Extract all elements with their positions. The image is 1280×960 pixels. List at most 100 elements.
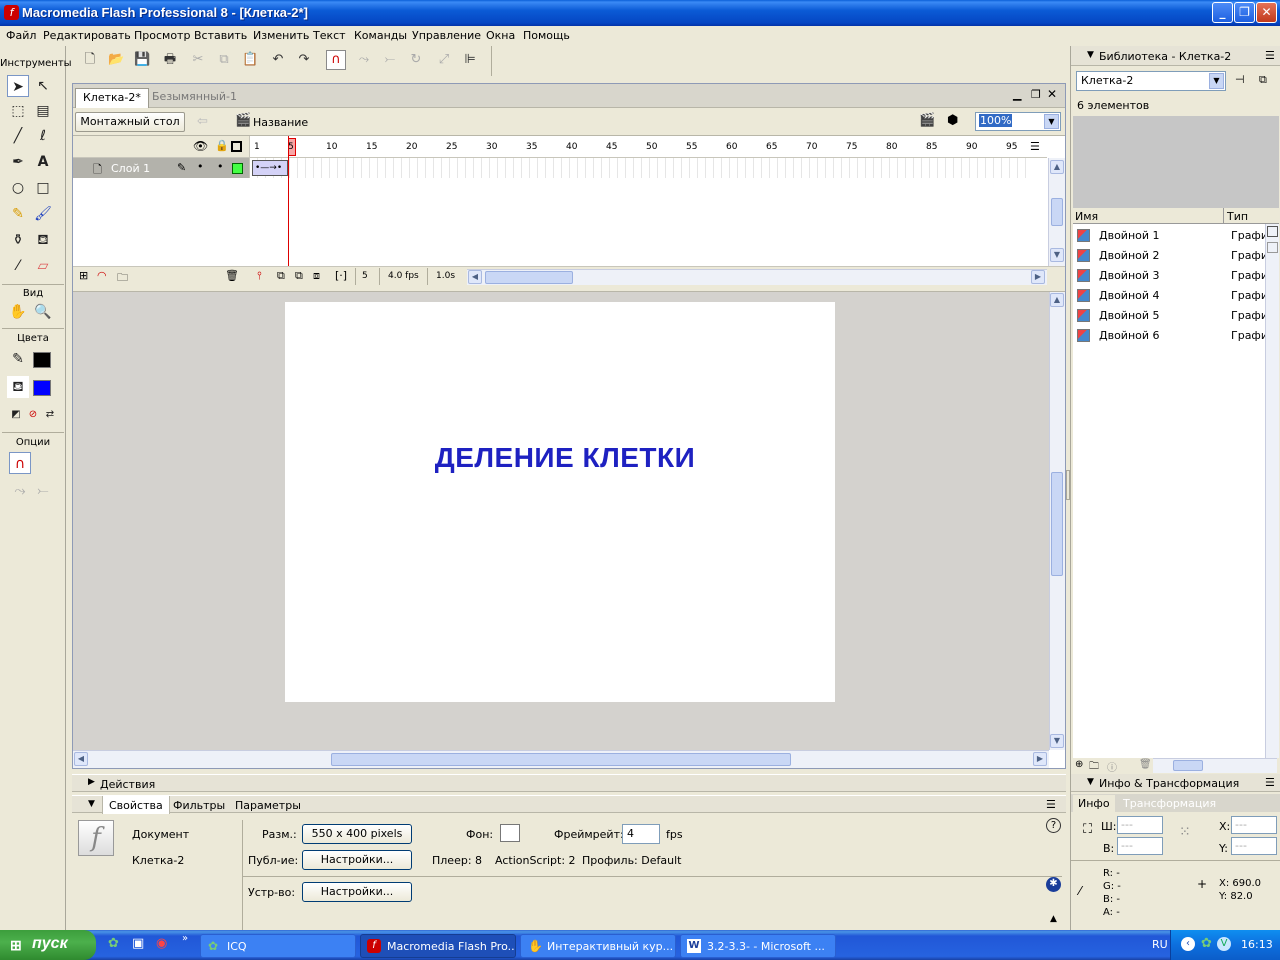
task-flash[interactable]: f Macromedia Flash Pro... — [360, 934, 516, 958]
scroll-left-icon[interactable]: ◀ — [74, 752, 88, 766]
smooth-option-icon[interactable]: ⤳ — [9, 480, 31, 502]
menu-view[interactable]: Просмотр — [134, 29, 190, 42]
onion-markers-icon[interactable]: [·] — [335, 269, 347, 282]
scroll-thumb[interactable] — [331, 753, 791, 766]
list-item[interactable]: Двойной 1 Графи — [1077, 228, 1268, 246]
panel-menu-icon[interactable]: ☰ — [1265, 49, 1275, 62]
pin-icon[interactable]: ⊣ — [1235, 73, 1245, 86]
doc-minimize-icon[interactable]: ▁ — [1013, 88, 1021, 101]
tab-properties[interactable]: Свойства — [102, 796, 170, 814]
onion-skin-icon[interactable]: ⧉ — [277, 269, 285, 283]
menu-commands[interactable]: Команды — [354, 29, 407, 42]
accessibility-icon[interactable]: ✱ — [1046, 877, 1061, 892]
scroll-right-icon[interactable]: ▶ — [1033, 752, 1047, 766]
list-item[interactable]: Двойной 4 Графи — [1077, 288, 1268, 306]
copy-icon[interactable]: ⧉ — [216, 52, 232, 68]
tab-parameters[interactable]: Параметры — [235, 799, 301, 812]
list-item[interactable]: Двойной 3 Графи — [1077, 268, 1268, 286]
width-field[interactable]: --- — [1117, 816, 1163, 834]
lock-icon[interactable]: 🔒 — [215, 139, 229, 152]
restore-button[interactable]: ❐ — [1234, 2, 1255, 23]
col-type[interactable]: Тип — [1227, 210, 1248, 223]
library-vscroll[interactable] — [1265, 224, 1279, 758]
menu-insert[interactable]: Вставить — [194, 29, 247, 42]
swap-colors-icon[interactable]: ⇄ — [39, 404, 61, 426]
snap-magnet-icon[interactable]: ∩ — [326, 50, 346, 70]
menu-edit[interactable]: Редактировать — [43, 29, 131, 42]
menu-help[interactable]: Помощь — [523, 29, 570, 42]
layer-row[interactable]: 🗋 Слой 1 ✎ • • — [73, 158, 249, 178]
scroll-down-icon[interactable]: ▼ — [1050, 248, 1064, 262]
subselection-tool-icon[interactable]: ↖ — [32, 75, 54, 97]
language-indicator[interactable]: RU — [1152, 938, 1168, 951]
menu-window[interactable]: Окна — [486, 29, 515, 42]
print-icon[interactable]: 🖶 — [162, 52, 178, 68]
collapse-arrow-icon[interactable]: ▲ — [1050, 914, 1057, 924]
eyedropper-tool-icon[interactable]: ⁄ — [7, 255, 29, 277]
library-hscroll[interactable] — [1153, 758, 1277, 773]
fill-color-swatch[interactable] — [33, 380, 51, 396]
task-word[interactable]: W 3.2-3.3- - Microsoft ... — [680, 934, 836, 958]
wide-view-icon[interactable] — [1267, 226, 1278, 237]
help-icon[interactable]: ? — [1046, 818, 1061, 833]
timeline-menu-icon[interactable]: ☰ — [1030, 140, 1040, 153]
delete-icon[interactable]: 🗑 — [1139, 759, 1152, 770]
rotate-icon[interactable]: ↻ — [408, 52, 424, 68]
chevron-down-icon[interactable]: ▼ — [1087, 50, 1094, 60]
text-tool-icon[interactable]: A — [32, 151, 54, 173]
expand-quicklaunch-icon[interactable]: » — [182, 933, 188, 944]
undo-icon[interactable]: ↶ — [270, 52, 286, 68]
menu-file[interactable]: Файл — [6, 29, 36, 42]
center-frame-icon[interactable]: ⫯ — [257, 269, 262, 283]
minimize-button[interactable]: _ — [1212, 2, 1233, 23]
start-button[interactable]: ⊞ пуск — [0, 930, 96, 960]
zoom-select[interactable]: 100% ▼ — [975, 112, 1061, 131]
rectangle-tool-icon[interactable]: □ — [32, 177, 54, 199]
publish-settings-button[interactable]: Настройки... — [302, 850, 412, 870]
scroll-up-icon[interactable]: ▲ — [1050, 293, 1064, 307]
stage-title-text[interactable]: ДЕЛЕНИЕ КЛЕТКИ — [285, 442, 845, 474]
layer-name[interactable]: Слой 1 — [111, 162, 150, 175]
selection-tool-icon[interactable]: ➤ — [7, 75, 29, 97]
tab-filters[interactable]: Фильтры — [173, 799, 225, 812]
scroll-thumb[interactable] — [1173, 760, 1203, 771]
scale-icon[interactable]: ⤢ — [436, 52, 452, 68]
new-symbol-icon[interactable]: ⊕ — [1075, 759, 1083, 770]
visibility-dot-icon[interactable]: • — [197, 160, 204, 173]
properties-icon[interactable]: ⓘ — [1107, 759, 1117, 774]
timeline-vscroll[interactable]: ▲ ▼ — [1048, 158, 1065, 266]
opera-quicklaunch-icon[interactable]: ◉ — [156, 936, 167, 951]
task-course[interactable]: ✋ Интерактивный кур... — [520, 934, 676, 958]
edit-symbol-icon[interactable]: ⬢ — [947, 113, 958, 128]
pencil-tool-icon[interactable]: ✎ — [7, 203, 29, 225]
paint-bucket-tool-icon[interactable]: ⛾ — [32, 229, 54, 251]
line-tool-icon[interactable]: ╱ — [7, 125, 29, 147]
task-icq[interactable]: ✿ ICQ — [200, 934, 356, 958]
lock-dot-icon[interactable]: • — [217, 160, 224, 173]
registration-grid-icon[interactable]: ⁙ — [1179, 824, 1191, 840]
lasso-tool-icon[interactable]: ℓ — [32, 125, 54, 147]
delete-layer-icon[interactable]: 🗑 — [225, 269, 239, 282]
onion-outline-icon[interactable]: ⧉ — [295, 269, 303, 283]
device-settings-button[interactable]: Настройки... — [302, 882, 412, 902]
paste-icon[interactable]: 📋 — [242, 52, 258, 68]
timeline-hscroll[interactable]: ◀ ▶ — [467, 269, 1047, 285]
chevron-down-icon[interactable]: ▼ — [88, 799, 95, 809]
y-field[interactable]: --- — [1231, 837, 1277, 855]
narrow-view-icon[interactable] — [1267, 242, 1278, 253]
straighten-option-icon[interactable]: ⤚ — [32, 480, 54, 502]
redo-icon[interactable]: ↷ — [296, 52, 312, 68]
framerate-input[interactable]: 4 — [622, 824, 660, 844]
straighten-icon[interactable]: ⤚ — [382, 52, 398, 68]
open-folder-icon[interactable]: 📂 — [108, 52, 124, 68]
timeline-toggle-button[interactable]: Монтажный стол — [75, 112, 185, 132]
tray-expand-icon[interactable]: ‹ — [1181, 937, 1195, 951]
icq-quicklaunch-icon[interactable]: ✿ — [108, 936, 119, 951]
icq-tray-icon[interactable]: ✿ — [1201, 936, 1212, 951]
cut-icon[interactable]: ✂ — [190, 52, 206, 68]
bg-color-swatch[interactable] — [500, 824, 520, 842]
free-transform-tool-icon[interactable]: ⬚ — [7, 100, 29, 122]
scroll-down-icon[interactable]: ▼ — [1050, 734, 1064, 748]
close-button[interactable]: ✕ — [1256, 2, 1277, 23]
scroll-thumb[interactable] — [1051, 472, 1063, 576]
